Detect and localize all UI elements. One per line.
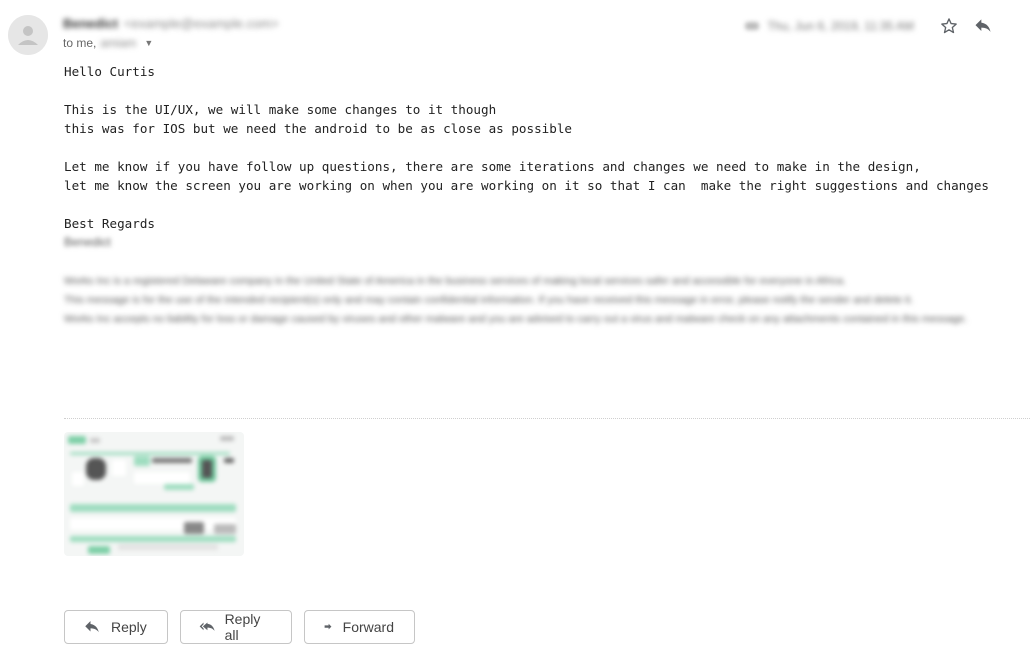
reply-label: Reply: [111, 619, 147, 635]
reply-icon: [975, 19, 991, 32]
header-actions: Thu, Jun 6, 2019, 11:35 AM: [745, 12, 1000, 40]
attachment-icon: [745, 22, 760, 30]
person-icon: [8, 15, 48, 55]
message-actions: Reply Reply all Forward: [64, 610, 415, 644]
recipient-line: to me, amiam ▼: [63, 36, 153, 50]
attachments-divider: [64, 418, 1030, 419]
email-body: Hello Curtis This is the UI/UX, we will …: [64, 62, 1004, 252]
legal-disclaimer: Works Inc is a registered Delaware compa…: [64, 272, 1024, 329]
attachment-thumbnail[interactable]: [64, 432, 244, 556]
forward-button[interactable]: Forward: [304, 610, 415, 644]
star-icon: [941, 18, 957, 34]
email-message-view: Benedict <example@example.com> to me, am…: [0, 0, 1030, 657]
greeting: Hello Curtis: [64, 64, 155, 79]
reply-button-header[interactable]: [966, 12, 1000, 40]
star-button[interactable]: [932, 12, 966, 40]
body-line: Let me know if you have follow up questi…: [64, 159, 921, 174]
disclaimer-line: Works Inc accepts no liability for loss …: [64, 313, 968, 325]
body-line: this was for IOS but we need the android…: [64, 121, 572, 136]
to-recipient: amiam: [100, 36, 137, 50]
message-date: Thu, Jun 6, 2019, 11:35 AM: [767, 19, 914, 33]
reply-button[interactable]: Reply: [64, 610, 168, 644]
forward-label: Forward: [342, 619, 394, 635]
chevron-down-icon[interactable]: ▼: [144, 38, 153, 48]
signature-name: Benedict: [64, 235, 111, 249]
body-line: This is the UI/UX, we will make some cha…: [64, 102, 497, 117]
body-line: let me know the screen you are working o…: [64, 178, 990, 193]
closing: Best Regards: [64, 216, 155, 231]
disclaimer-line: Works Inc is a registered Delaware compa…: [64, 275, 846, 287]
reply-icon: [85, 621, 99, 633]
reply-all-button[interactable]: Reply all: [180, 610, 292, 644]
sender-avatar[interactable]: [8, 15, 48, 55]
to-prefix: to me,: [63, 36, 97, 50]
sender-name[interactable]: Benedict: [63, 16, 118, 31]
reply-all-label: Reply all: [224, 611, 261, 643]
disclaimer-line: This message is for the use of the inten…: [64, 294, 914, 306]
forward-icon: [324, 623, 332, 630]
reply-all-icon: [199, 622, 215, 631]
sender-email: <example@example.com>: [123, 15, 279, 31]
thumbnail-preview: [64, 432, 244, 556]
sender-line: Benedict <example@example.com>: [63, 14, 279, 32]
